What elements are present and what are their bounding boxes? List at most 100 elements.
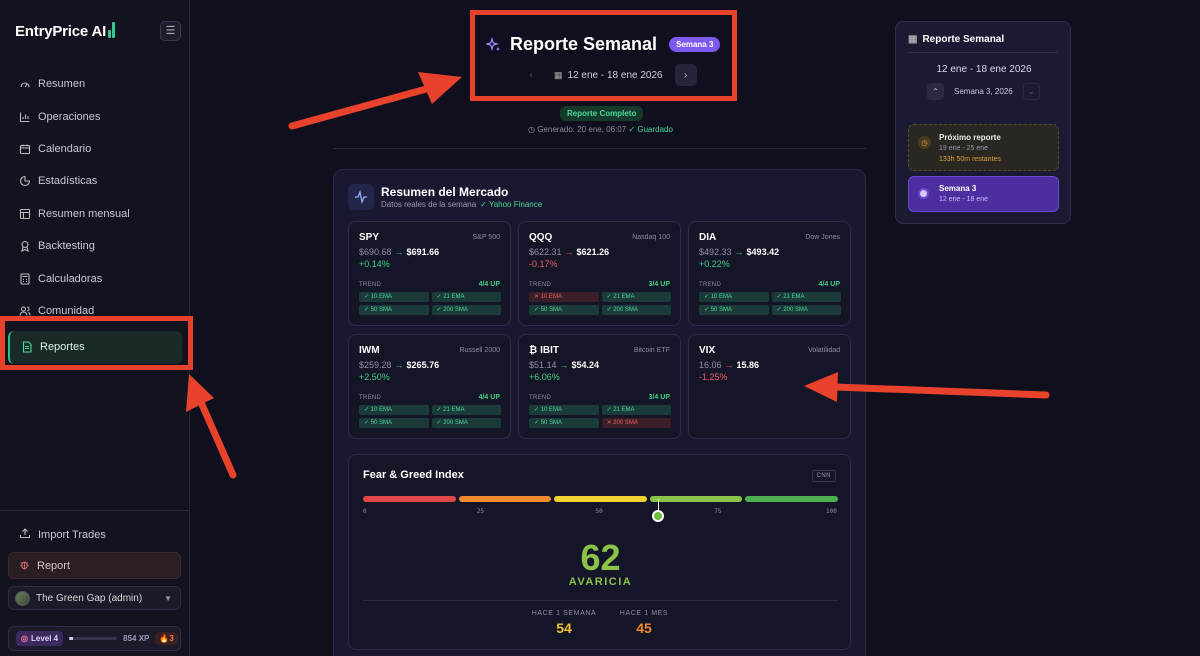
sidebar-item-calculadoras[interactable]: Calculadoras xyxy=(0,262,190,294)
ticker-card-vix: VIX Volatilidad 16.06 → 15.86 -1.25% xyxy=(688,334,851,439)
fear-greed-segment xyxy=(745,496,838,502)
sidebar-item-label: Calculadoras xyxy=(38,272,103,285)
avatar xyxy=(15,590,30,606)
ticker-symbol: DIA xyxy=(699,232,717,243)
ticker-card-spy: SPY S&P 500 $690.68 → $691.66 +0.14% TREND 4/4 … xyxy=(348,221,511,326)
chevron-down-button[interactable]: ⌄ xyxy=(1022,83,1040,100)
logo-bars-icon xyxy=(108,22,118,38)
sidebar-item-resumen-mensual[interactable]: Resumen mensual xyxy=(0,198,190,230)
sidebar-item-label: Resumen mensual xyxy=(38,207,130,220)
next-report-remaining: 133h 50m restantes xyxy=(939,156,1001,163)
fear-greed-segment xyxy=(458,496,552,502)
status-badge: Reporte Completo xyxy=(560,106,644,121)
import-trades-button[interactable]: Import Trades xyxy=(19,527,106,542)
trend-chips: ✕ 10 EMA ✓ 21 EMA ✓ 50 SMA ✓ 200 SMA xyxy=(529,292,671,315)
week-ago-stat: HACE 1 SEMANA 54 xyxy=(519,610,609,636)
trend-chip: ✓ 200 SMA xyxy=(431,305,501,315)
week-ago-value: 54 xyxy=(556,620,572,636)
fear-greed-tick: 50 xyxy=(595,508,603,515)
fear-greed-title: Fear & Greed Index xyxy=(363,469,464,481)
next-report-dates: 19 ene - 25 ene xyxy=(939,145,989,152)
selected-dot-icon xyxy=(918,188,929,199)
trend-chip: ✓ 21 EMA xyxy=(601,292,671,302)
arrow-right-icon: → xyxy=(724,360,734,370)
fear-greed-value: 62 xyxy=(580,537,621,578)
table-icon xyxy=(19,208,31,220)
panel-week-nav: ⌃ Semana 3, 2026 ⌄ xyxy=(927,83,1040,100)
pie-chart-icon xyxy=(19,175,31,187)
arrow-right-icon: → xyxy=(394,247,404,257)
user-menu[interactable]: The Green Gap (admin) ▼ xyxy=(8,586,181,610)
bar-chart-icon xyxy=(19,111,31,123)
user-name: The Green Gap (admin) xyxy=(36,592,143,604)
fear-greed-label: AVARICIA xyxy=(568,576,633,588)
trend-chip: ✓ 200 SMA xyxy=(601,305,671,315)
calendar-icon xyxy=(19,143,31,155)
ticker-change: +0.14% xyxy=(359,259,390,269)
trend-count: 4/4 UP xyxy=(478,394,500,401)
calculator-icon xyxy=(19,272,31,285)
trend-chip: ✓ 21 EMA xyxy=(431,292,501,302)
ticker-index-name: Bitcoin ETF xyxy=(633,347,670,354)
trend-count: 3/4 UP xyxy=(648,281,670,288)
saved-status: ✓ Guardado xyxy=(628,125,673,134)
ticker-change: +6.06% xyxy=(529,372,560,382)
sidebar-divider xyxy=(0,510,190,511)
fear-greed-tick: 0 xyxy=(363,508,367,515)
sidebar-item-label: Backtesting xyxy=(38,240,95,253)
ticker-price: $51.14 → $54.24 xyxy=(529,360,600,370)
sidebar-item-operaciones[interactable]: Operaciones xyxy=(0,100,190,132)
sidebar-toggle-button[interactable]: ☰ xyxy=(160,21,181,41)
arrow-to-header xyxy=(288,84,434,130)
highlight-box-reportes xyxy=(0,316,193,370)
trend-chip: ✕ 200 SMA xyxy=(601,418,671,428)
chevron-up-button[interactable]: ⌃ xyxy=(927,83,944,100)
trend-chip: ✓ 50 SMA xyxy=(699,305,769,315)
arrow-to-vix xyxy=(831,383,1050,399)
arrow-right-icon: → xyxy=(559,360,569,370)
sidebar-item-estadisticas[interactable]: Estadísticas xyxy=(0,165,190,197)
trend-count: 4/4 UP xyxy=(818,281,840,288)
trend-chips: ✓ 10 EMA ✓ 21 EMA ✓ 50 SMA ✓ 200 SMA xyxy=(699,292,841,315)
app-logo[interactable]: EntryPrice AI xyxy=(15,22,118,40)
trend-chip: ✓ 10 EMA xyxy=(699,292,769,302)
arrow-right-icon: → xyxy=(734,247,744,257)
ticker-change: -1.25% xyxy=(699,372,728,382)
sidebar-item-resumen[interactable]: Resumen xyxy=(0,68,190,100)
ticker-symbol: VIX xyxy=(699,345,716,356)
report-label: Report xyxy=(37,559,71,572)
week-label: Semana 3, 2026 xyxy=(954,87,1013,96)
current-week-item[interactable]: Semana 3 12 ene - 18 ene xyxy=(908,176,1059,212)
target-icon: ◎ xyxy=(21,634,28,643)
ticker-index-name: Dow Jones xyxy=(805,234,840,241)
ticker-price: $622.31 → $621.26 xyxy=(529,247,610,257)
clock-icon: ◷ xyxy=(528,125,535,134)
trend-chip: ✓ 10 EMA xyxy=(529,405,599,415)
ticker-price: $690.68 → $691.66 xyxy=(359,247,440,257)
report-bug-button[interactable]: Report xyxy=(8,552,181,579)
sidebar-item-calendario[interactable]: Calendario xyxy=(0,133,190,165)
data-source: ✓ Yahoo Finance xyxy=(480,200,543,209)
ticker-card-qqq: QQQ Nasdaq 100 $622.31 → $621.26 -0.17% TREND 3… xyxy=(518,221,681,326)
trend-chip: ✓ 21 EMA xyxy=(431,405,501,415)
ticker-change: +2.50% xyxy=(359,372,390,382)
sidebar-item-label: Operaciones xyxy=(38,110,101,123)
xp-value: 854 XP xyxy=(123,634,150,643)
calendar-icon: ▦ xyxy=(908,34,918,45)
trend-chips: ✓ 10 EMA ✓ 21 EMA ✓ 50 SMA ✓ 200 SMA xyxy=(359,405,501,428)
fear-greed-segment xyxy=(363,496,456,502)
ticker-index-name: Russell 2000 xyxy=(459,347,500,354)
upload-icon xyxy=(19,527,31,542)
trend-label: TREND xyxy=(359,395,382,401)
level-widget[interactable]: ◎ Level 4 854 XP 🔥3 xyxy=(8,626,181,651)
next-report-item[interactable]: ◷ Próximo reporte 19 ene - 25 ene 133h 5… xyxy=(908,124,1059,171)
trend-chip: ✓ 200 SMA xyxy=(771,305,841,315)
sidebar-item-backtesting[interactable]: Backtesting xyxy=(0,230,190,262)
level-badge: ◎ Level 4 xyxy=(16,631,64,646)
bitcoin-icon: ₿ xyxy=(529,345,538,356)
ticker-symbol: QQQ xyxy=(529,232,553,243)
panel-divider xyxy=(908,52,1058,53)
fear-greed-card: Fear & Greed Index CNN 0 25 50 75 100 62 AVA… xyxy=(348,454,851,650)
trend-chip: ✓ 10 EMA xyxy=(359,292,429,302)
sidebar-item-label: Resumen xyxy=(38,78,86,91)
